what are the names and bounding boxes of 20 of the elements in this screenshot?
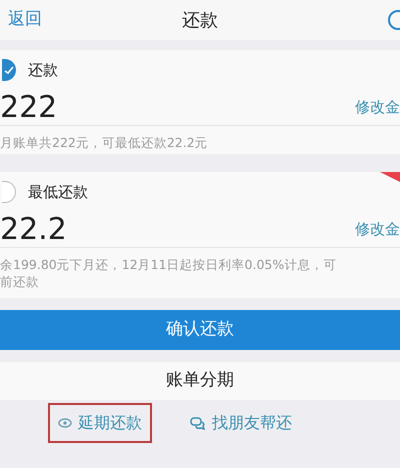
check-icon (4, 65, 14, 75)
amount-value: 22.2 (0, 214, 67, 244)
note-text: 前还款 (0, 273, 40, 290)
edit-amount-link[interactable]: 修改金 (355, 96, 400, 119)
radio-button[interactable] (2, 181, 16, 203)
amount-value: 222 (0, 92, 58, 122)
back-link[interactable]: 返回 (8, 7, 42, 33)
chat-icon (190, 416, 206, 430)
installment-link[interactable]: 账单分期 (166, 368, 234, 394)
note-text: 月账单共222元，可最低还款22.2元 (0, 134, 209, 151)
eye-icon (58, 418, 72, 428)
note-text: 余199.80元下月还，12月11日起按日利率0.05%计息，可 (0, 256, 338, 273)
option-label: 最低还款 (28, 182, 88, 203)
page-title: 还款 (182, 10, 218, 30)
radio-button[interactable] (2, 59, 16, 81)
edit-amount-link[interactable]: 修改金 (355, 218, 400, 241)
option-label: 还款 (28, 60, 58, 81)
confirm-button[interactable]: 确认还款 (0, 310, 400, 350)
option-link[interactable]: 找朋友帮还 (180, 403, 302, 443)
option-link[interactable]: 延期还款 (48, 403, 152, 443)
